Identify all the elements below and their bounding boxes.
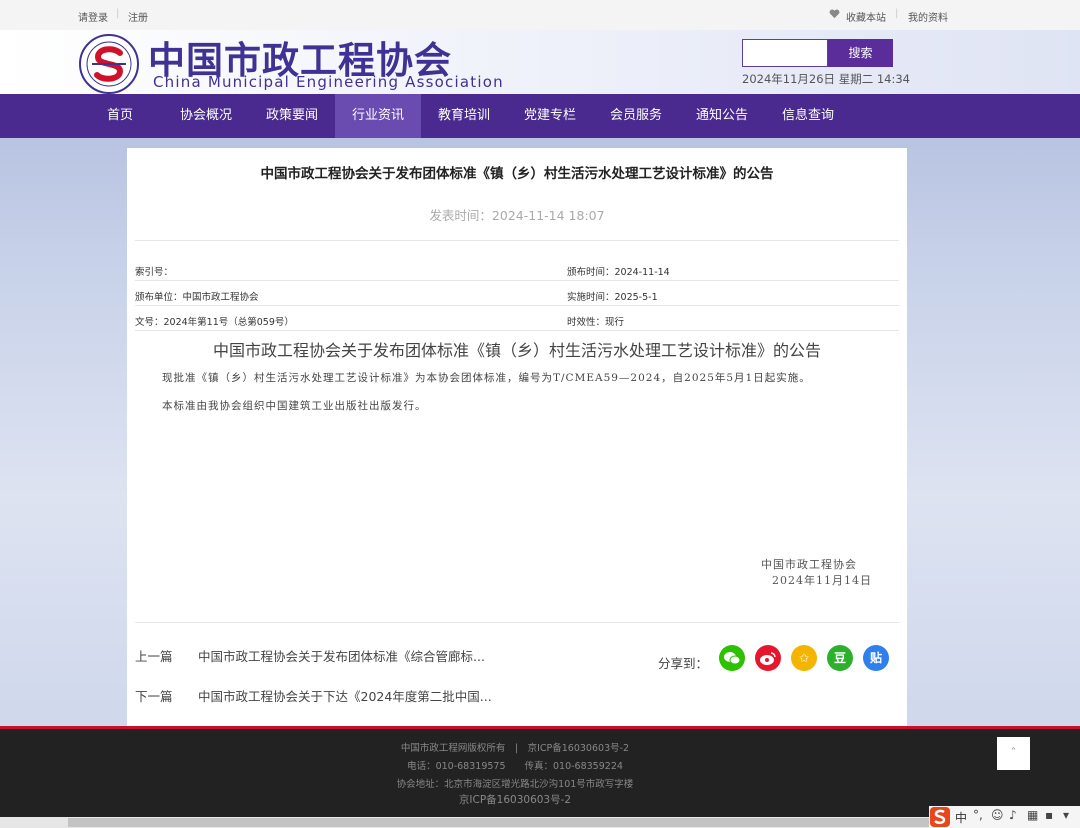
top-bar: 请登录 | 注册 收藏本站 | 我的资料 [0,0,1080,30]
ime-toolbar[interactable]: 中 °, ☺ ♪ ▦ ▪ ▾ [929,806,1080,828]
qzone-icon[interactable]: ✩ [791,645,817,671]
microphone-icon[interactable]: ♪ [1009,808,1017,822]
sogou-icon [930,807,950,827]
weibo-icon[interactable] [755,645,781,671]
back-to-top-button[interactable]: ˆ [997,737,1030,770]
scrollbar-thumb[interactable] [68,818,1068,827]
favorite-link[interactable]: 收藏本站 [846,9,886,24]
keyboard-icon[interactable]: ▦ [1027,808,1038,822]
heart-icon [829,9,840,19]
search-input[interactable] [742,39,828,67]
divider [135,330,899,331]
horizontal-scrollbar[interactable] [0,817,1080,828]
address-line: 协会地址：北京市海淀区增光路北沙沟101号市政写字楼 [396,779,634,790]
signature-org: 中国市政工程协会 [761,558,857,571]
share-label: 分享到： [658,656,709,671]
nav-home[interactable]: 首页 [77,94,163,138]
tieba-icon[interactable]: 贴 [863,645,889,671]
skin-icon[interactable]: ▾ [1063,808,1069,822]
signature-date: 2024年11月14日 [772,574,872,587]
current-datetime: 2024年11月26日 星期二 14:34 [742,72,910,86]
nav-about[interactable]: 协会概况 [163,94,249,138]
divider [135,305,899,306]
association-logo[interactable] [78,33,140,95]
emoji-icon[interactable]: ☺ [991,808,1004,822]
prev-article-link[interactable]: 中国市政工程协会关于发布团体标准《综合管廊标... [198,646,485,665]
nav-member-service[interactable]: 会员服务 [593,94,679,138]
meta-index: 索引号： [135,267,174,278]
publish-time: 发表时间：2024-11-14 18:07 [429,208,605,223]
meta-issuer: 颁布单位：中国市政工程协会 [135,292,259,303]
article-title: 中国市政工程协会关于发布团体标准《镇（乡）村生活污水处理工艺设计标准》的公告 [260,166,774,182]
site-header: 中国市政工程协会 China Municipal Engineering Ass… [0,30,1080,94]
nav-notices[interactable]: 通知公告 [679,94,765,138]
profile-link[interactable]: 我的资料 [908,9,948,24]
divider [135,240,899,241]
meta-issue-date: 颁布时间：2024-11-14 [567,267,670,278]
meta-validity: 时效性：现行 [567,317,625,328]
copyright-line: 中国市政工程网版权所有 | 京ICP备16030603号-2 [400,743,630,754]
nav-party[interactable]: 党建专栏 [507,94,593,138]
body-paragraph: 现批准《镇（乡）村生活污水处理工艺设计标准》为本协会团体标准，编号为T/CMEA… [162,372,811,384]
punctuation-icon[interactable]: °, [973,808,983,822]
wechat-icon[interactable] [719,645,745,671]
toolbox-icon[interactable]: ▪ [1045,808,1053,822]
nav-education[interactable]: 教育培训 [421,94,507,138]
icp-line[interactable]: 京ICP备16030603号-2 [0,792,1030,807]
prev-label: 上一篇 [135,649,173,664]
divider: | [116,8,120,19]
meta-effective-date: 实施时间：2025-5-1 [567,292,658,303]
divider [135,622,899,623]
next-label: 下一篇 [135,689,173,704]
nav-info-query[interactable]: 信息查询 [765,94,851,138]
divider: | [895,8,899,19]
contact-line: 电话：010-68319575 传真：010-68359224 [407,761,623,772]
search-button[interactable]: 搜索 [828,39,893,67]
next-article-link[interactable]: 中国市政工程协会关于下达《2024年度第二批中国... [198,686,492,705]
main-nav: 首页 协会概况 政策要闻 行业资讯 教育培训 党建专栏 会员服务 通知公告 信息… [0,94,1080,138]
register-link[interactable]: 注册 [128,9,148,24]
body-title: 中国市政工程协会关于发布团体标准《镇（乡）村生活污水处理工艺设计标准》的公告 [212,341,821,360]
meta-doc-number: 文号：2024年第11号（总第059号） [135,317,294,328]
site-footer: 中国市政工程网版权所有 | 京ICP备16030603号-2 电话：010-68… [0,729,1080,828]
divider [135,280,899,281]
nav-industry-news[interactable]: 行业资讯 [335,94,421,138]
nav-policy[interactable]: 政策要闻 [249,94,335,138]
login-link[interactable]: 请登录 [78,9,108,24]
article-card: 中国市政工程协会关于发布团体标准《镇（乡）村生活污水处理工艺设计标准》的公告 发… [127,148,907,726]
site-title-en: China Municipal Engineering Association [153,73,504,91]
body-paragraph: 本标准由我协会组织中国建筑工业出版社出版发行。 [162,400,427,412]
douban-icon[interactable]: 豆 [827,645,853,671]
ime-mode-label[interactable]: 中 [955,809,967,826]
